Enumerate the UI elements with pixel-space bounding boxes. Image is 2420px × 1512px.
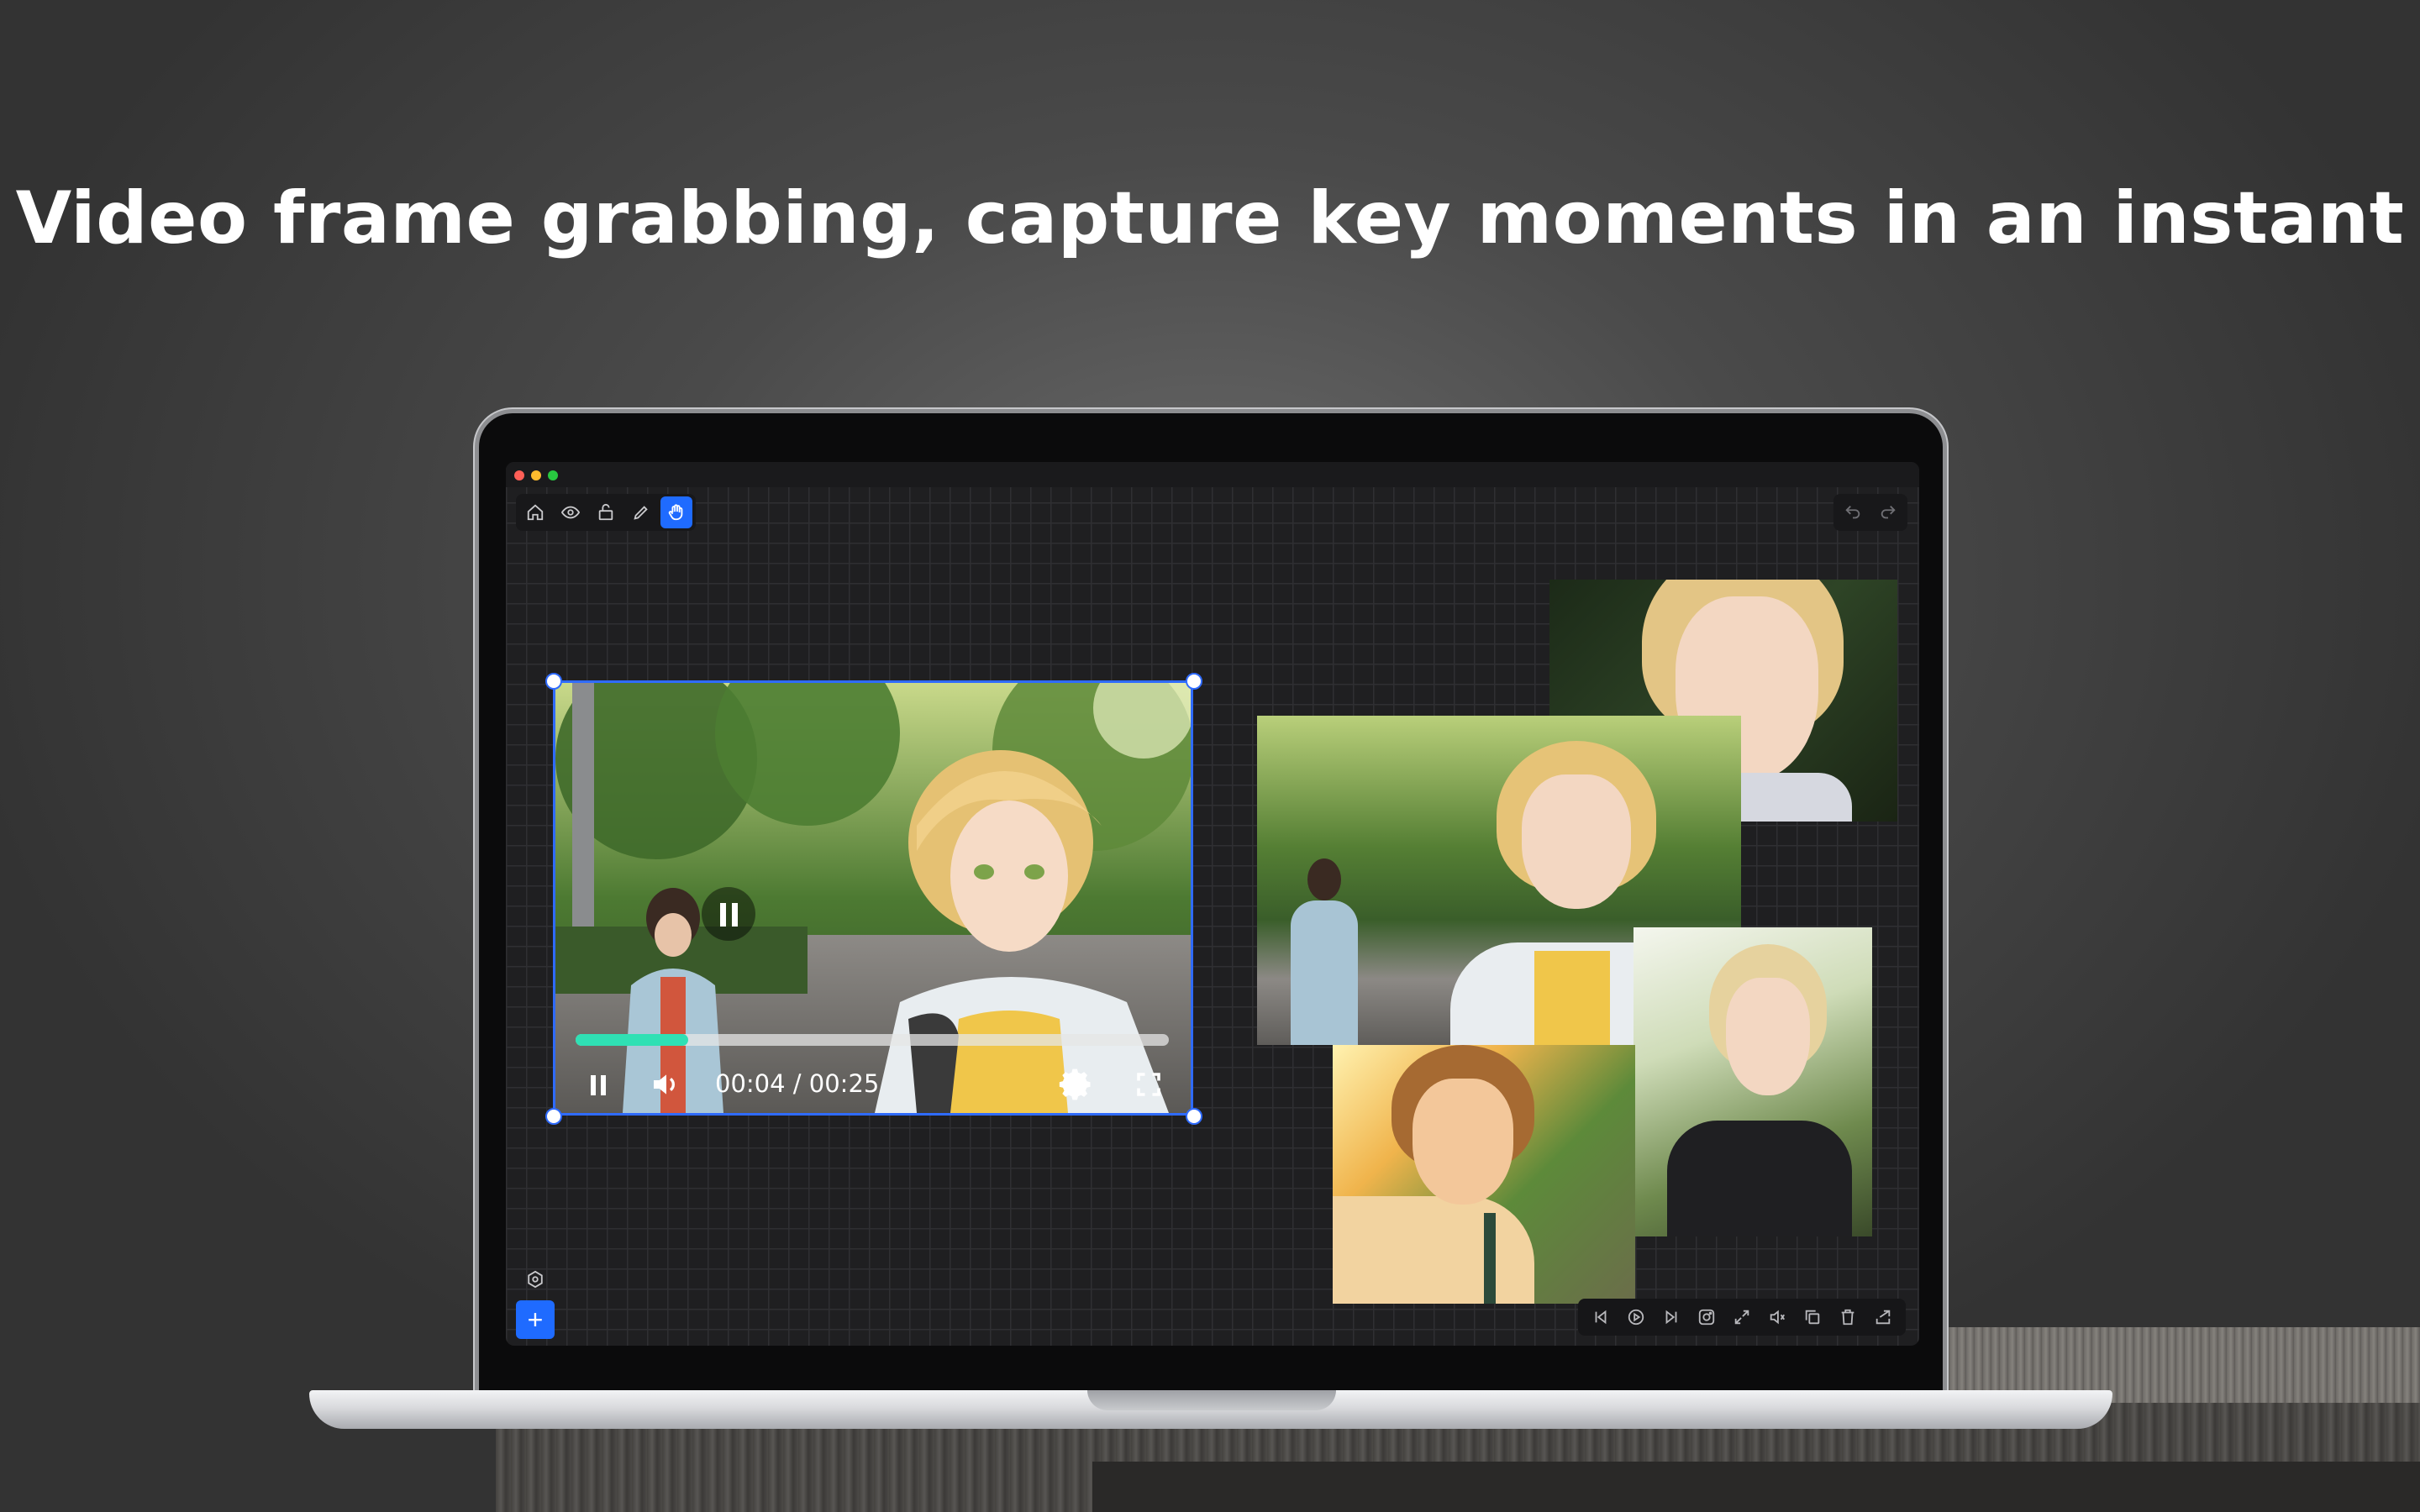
resize-handle-top-right[interactable]	[1186, 673, 1202, 690]
pen-button[interactable]	[625, 496, 657, 528]
resize-handle-bottom-right[interactable]	[1186, 1108, 1202, 1125]
hand-tool-button[interactable]	[660, 496, 692, 528]
play-icon	[1628, 1309, 1644, 1326]
home-button[interactable]	[519, 496, 551, 528]
volume-icon	[654, 1074, 675, 1095]
minimize-window-button[interactable]	[531, 470, 541, 480]
share-button[interactable]	[1867, 1302, 1899, 1332]
share-icon	[1876, 1310, 1891, 1325]
headline: Video frame grabbing, capture key moment…	[15, 176, 2405, 260]
title-bar	[506, 462, 1919, 487]
lock-button[interactable]	[590, 496, 622, 528]
maximize-window-button[interactable]	[548, 470, 558, 480]
media-toolbar	[1578, 1299, 1906, 1336]
progress-track[interactable]	[576, 1034, 1169, 1046]
pause-button[interactable]	[586, 1073, 611, 1098]
video-frame	[555, 683, 1191, 1113]
captured-frame-uniform[interactable]	[1634, 927, 1872, 1236]
capture-icon	[1698, 1309, 1715, 1326]
previous-frame-icon	[1595, 1310, 1607, 1325]
expand-icon	[1734, 1310, 1749, 1325]
progress-fill	[576, 1034, 689, 1046]
redo-icon	[1881, 506, 1896, 519]
settings-button[interactable]	[1058, 1066, 1095, 1103]
preview-button[interactable]	[555, 496, 587, 528]
resize-handle-bottom-left[interactable]	[545, 1108, 562, 1125]
undo-button[interactable]	[1839, 497, 1867, 528]
next-frame-icon	[1665, 1310, 1677, 1325]
pen-icon	[634, 506, 648, 520]
app-screen: 00:04 / 00:25 +	[506, 462, 1919, 1346]
gear-icon	[1059, 1068, 1091, 1100]
fullscreen-button[interactable]	[1134, 1069, 1164, 1100]
delete-icon	[1841, 1309, 1854, 1326]
home-icon	[527, 504, 544, 521]
volume-button[interactable]	[650, 1068, 683, 1101]
left-actions: +	[516, 1267, 555, 1339]
capture-frame-button[interactable]	[1691, 1302, 1723, 1332]
lock-icon	[598, 503, 613, 521]
time-display: 00:04 / 00:25	[715, 1069, 880, 1098]
delete-button[interactable]	[1832, 1302, 1864, 1332]
hand-icon	[668, 504, 683, 521]
volume-icon	[1770, 1310, 1786, 1325]
play-button[interactable]	[1620, 1302, 1652, 1332]
laptop-notch	[1087, 1390, 1336, 1410]
undo-icon	[1845, 506, 1860, 519]
settings-button-left[interactable]	[523, 1267, 548, 1292]
copy-button[interactable]	[1797, 1302, 1828, 1332]
history-controls	[1833, 494, 1907, 531]
eye-icon	[561, 506, 580, 519]
fullscreen-icon	[1137, 1073, 1160, 1096]
stand-step	[1092, 1462, 2420, 1512]
expand-button[interactable]	[1726, 1302, 1758, 1332]
redo-button[interactable]	[1874, 497, 1902, 528]
canvas-toolbar	[516, 494, 696, 531]
close-window-button[interactable]	[514, 470, 524, 480]
mute-button[interactable]	[1761, 1302, 1793, 1332]
pause-icon	[591, 1075, 606, 1095]
captured-frame-sunset[interactable]	[1333, 1045, 1635, 1304]
video-player[interactable]: 00:04 / 00:25	[553, 680, 1193, 1116]
next-frame-button[interactable]	[1655, 1302, 1687, 1332]
settings-icon	[528, 1270, 543, 1289]
resize-handle-top-left[interactable]	[545, 673, 562, 690]
previous-frame-button[interactable]	[1585, 1302, 1617, 1332]
add-button[interactable]: +	[516, 1300, 555, 1339]
copy-icon	[1805, 1310, 1820, 1325]
